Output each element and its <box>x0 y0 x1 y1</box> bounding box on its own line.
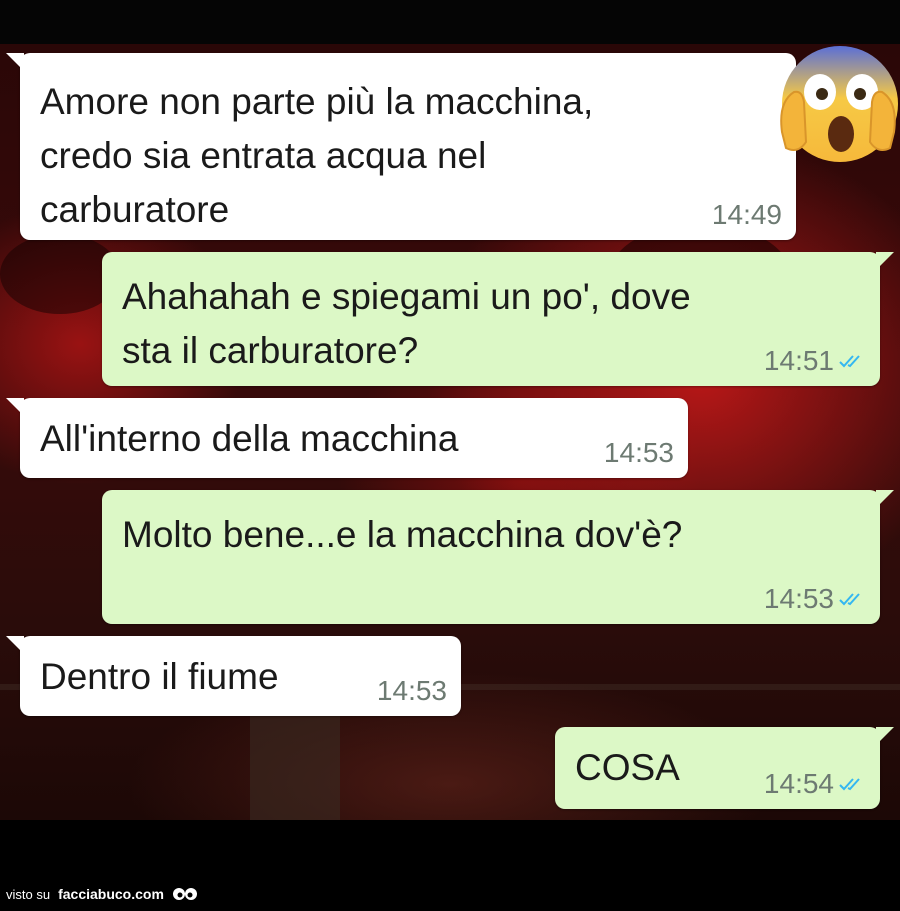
message-meta: 14:54 <box>764 769 868 799</box>
watermark-prefix: visto su <box>6 886 51 902</box>
message-text: Ahahahah e spiegami un po', dove sta il … <box>122 276 691 371</box>
message-time: 14:49 <box>711 199 782 230</box>
message-text: All'interno della macchina <box>40 418 459 459</box>
message-time: 14:53 <box>376 675 447 706</box>
message-meta: 14:53 <box>604 438 674 468</box>
message-meta: 14:51 <box>764 346 868 376</box>
top-black-bar <box>0 0 900 44</box>
message-bubble-outgoing[interactable]: COSA 14:54 <box>555 727 894 809</box>
message-meta: 14:53 <box>764 584 868 614</box>
message-text: Dentro il fiume <box>40 656 279 697</box>
read-ticks-icon <box>839 593 860 606</box>
message-bubble-incoming[interactable]: Amore non parte più la macchina, credo s… <box>6 53 796 240</box>
message-text: COSA <box>575 747 680 788</box>
message-text: Amore non parte più la macchina, credo s… <box>40 81 594 230</box>
watermark: visto su facciabuco.com <box>6 886 198 902</box>
eyes-logo-icon <box>172 888 197 900</box>
message-time: 14:53 <box>763 583 834 614</box>
watermark-brand: facciabuco.com <box>58 886 164 902</box>
message-bubble-incoming[interactable]: Dentro il fiume 14:53 <box>6 636 461 716</box>
message-bubble-incoming[interactable]: All'interno della macchina 14:53 <box>6 398 688 478</box>
message-text: Molto bene...e la macchina dov'è? <box>122 514 683 555</box>
message-bubble-outgoing[interactable]: Ahahahah e spiegami un po', dove sta il … <box>102 252 894 386</box>
message-time: 14:53 <box>603 437 674 468</box>
read-ticks-icon <box>839 355 860 368</box>
face-screaming-in-fear-icon <box>780 46 898 162</box>
message-bubble-outgoing[interactable]: Molto bene...e la macchina dov'è? 14:53 <box>102 490 894 624</box>
read-ticks-icon <box>839 778 860 791</box>
message-time: 14:54 <box>763 768 834 799</box>
message-meta: 14:49 <box>712 200 782 230</box>
message-meta: 14:53 <box>377 676 447 706</box>
message-time: 14:51 <box>763 345 834 376</box>
